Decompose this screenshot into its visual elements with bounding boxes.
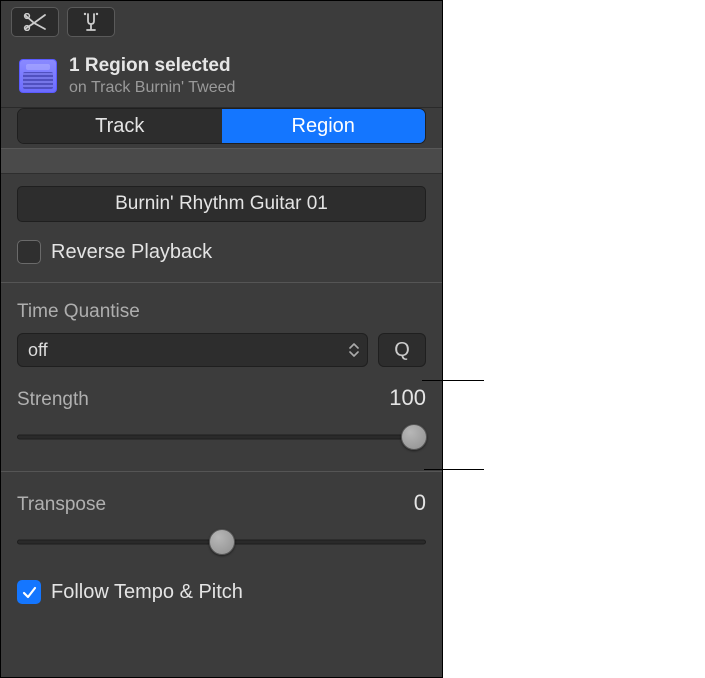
- tab-region[interactable]: Region: [222, 109, 426, 143]
- slider-thumb[interactable]: [209, 529, 235, 555]
- follow-tempo-checkbox[interactable]: [17, 580, 41, 604]
- follow-tempo-label: Follow Tempo & Pitch: [51, 581, 243, 604]
- amp-icon: [19, 59, 57, 93]
- divider: [1, 282, 442, 283]
- top-toolbar: [1, 1, 442, 41]
- track-region-segmented: Track Region: [17, 108, 426, 144]
- time-quantise-label: Time Quantise: [17, 301, 426, 323]
- strength-label: Strength: [17, 389, 89, 411]
- transpose-slider[interactable]: [17, 526, 426, 558]
- check-icon: [22, 585, 37, 600]
- callout-leader: [424, 469, 484, 470]
- callout-leader: [422, 380, 484, 381]
- time-quantise-dropdown[interactable]: off: [17, 333, 368, 367]
- transpose-label: Transpose: [17, 494, 106, 516]
- selection-subtitle: on Track Burnin' Tweed: [69, 79, 235, 97]
- reverse-playback-label: Reverse Playback: [51, 241, 212, 264]
- section-divider: [1, 148, 442, 174]
- strength-slider[interactable]: [17, 421, 426, 453]
- updown-icon: [349, 342, 359, 358]
- selection-header: 1 Region selected on Track Burnin' Tweed: [1, 41, 442, 108]
- tuning-fork-tool-button[interactable]: [67, 7, 115, 37]
- quantise-button[interactable]: Q: [378, 333, 426, 367]
- strength-value[interactable]: 100: [389, 385, 426, 411]
- selection-title: 1 Region selected: [69, 55, 235, 77]
- tab-track[interactable]: Track: [18, 109, 222, 143]
- divider: [1, 471, 442, 472]
- time-quantise-value: off: [28, 340, 48, 361]
- slider-thumb[interactable]: [401, 424, 427, 450]
- follow-tempo-row: Follow Tempo & Pitch: [17, 580, 426, 604]
- scissors-tool-button[interactable]: [11, 7, 59, 37]
- slider-track: [17, 435, 426, 440]
- transpose-value[interactable]: 0: [414, 490, 426, 516]
- reverse-playback-row: Reverse Playback: [17, 240, 426, 264]
- inspector-panel: 1 Region selected on Track Burnin' Tweed…: [0, 0, 443, 678]
- reverse-playback-checkbox[interactable]: [17, 240, 41, 264]
- region-name-field[interactable]: Burnin' Rhythm Guitar 01: [17, 186, 426, 222]
